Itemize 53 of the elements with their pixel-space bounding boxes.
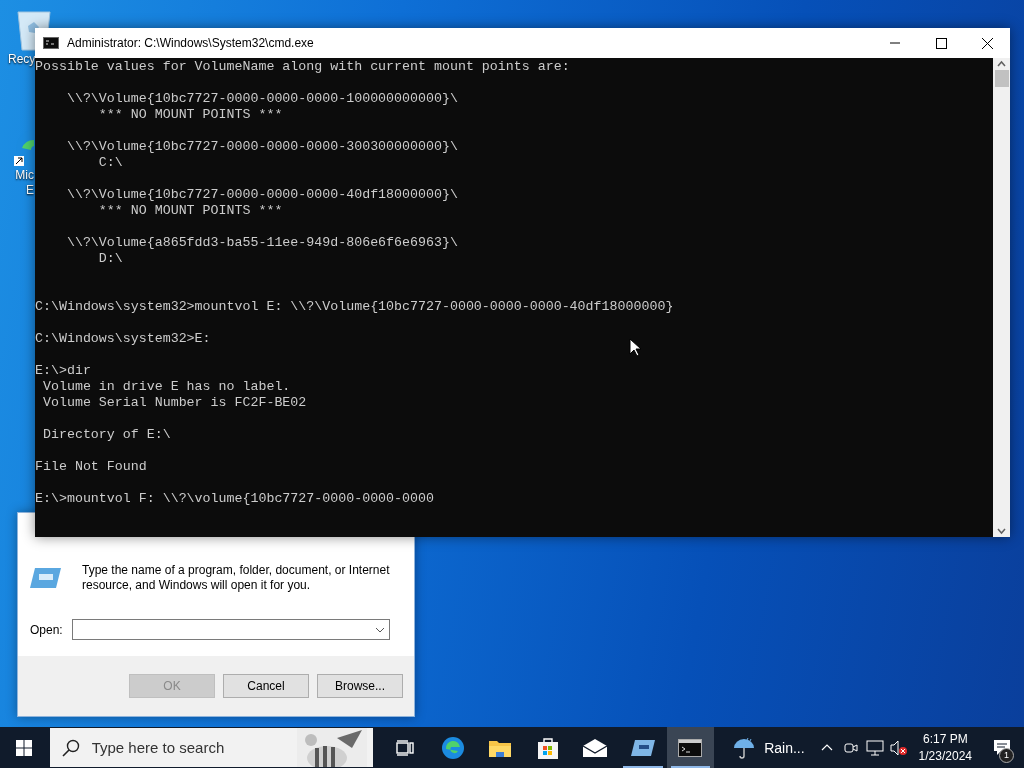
search-icon bbox=[61, 738, 80, 757]
chevron-down-icon bbox=[375, 626, 385, 633]
store-icon bbox=[536, 735, 559, 760]
open-field[interactable] bbox=[72, 619, 390, 640]
terminal-icon bbox=[678, 738, 703, 757]
windows-icon bbox=[15, 739, 32, 756]
window-title: Administrator: C:\Windows\System32\cmd.exe bbox=[67, 36, 315, 50]
console-line: File Not Found bbox=[35, 459, 148, 475]
envelope-icon bbox=[582, 737, 609, 758]
console-line: \\?\Volume{10bc7727-0000-0000-0000-40df18000000}\ bbox=[65, 187, 459, 203]
speaker-muted-icon bbox=[889, 739, 908, 756]
console-line: \\?\Volume{a865fdd3-ba55-11ee-949d-806e6f6e6963}\ bbox=[65, 235, 459, 251]
taskbar-app-button[interactable] bbox=[666, 727, 715, 768]
chevron-up-icon bbox=[820, 744, 833, 751]
mouse-cursor-icon bbox=[629, 338, 641, 357]
run-icon bbox=[28, 566, 62, 590]
task-view-icon bbox=[396, 739, 415, 756]
icon-label: Recy bbox=[8, 52, 34, 67]
console-line: Volume in drive E has no label. bbox=[41, 379, 292, 395]
icon-label: E bbox=[25, 183, 34, 198]
umbrella-icon bbox=[732, 735, 757, 760]
console-line: C:\Windows\system32>E: bbox=[35, 331, 212, 347]
console-line: C:\ bbox=[97, 155, 124, 171]
browser-icon bbox=[440, 735, 465, 760]
scrollbar[interactable] bbox=[993, 58, 1010, 537]
search-field[interactable]: Type here to search bbox=[49, 728, 374, 767]
clock[interactable]: 6:17 PM 1/23/2024 bbox=[910, 730, 980, 765]
console-line: \\?\Volume{10bc7727-0000-0000-0000-300300000000}\ bbox=[65, 139, 459, 155]
console-line: Volume Serial Number is FC2F-BE02 bbox=[41, 395, 308, 411]
scroll-thumb[interactable] bbox=[994, 70, 1009, 87]
close-icon bbox=[981, 37, 993, 49]
open-label: Open: bbox=[30, 622, 64, 637]
minimize-icon bbox=[890, 42, 900, 44]
console-line: E:\>dir bbox=[35, 363, 92, 379]
console-line: C:\Windows\system32>mountvol E: \\?\Volume{10bc7727-0000-0000-0000-40df18000000} bbox=[35, 299, 675, 315]
notification-count: 1 bbox=[999, 748, 1014, 763]
weather-button[interactable]: Rain... bbox=[722, 727, 815, 768]
console-line: *** NO MOUNT POINTS *** bbox=[97, 203, 284, 219]
network-icon bbox=[865, 739, 884, 756]
console-line: \\?\Volume{10bc7727-0000-0000-0000-100000000000}\ bbox=[65, 91, 459, 107]
console-line: Directory of E:\ bbox=[41, 427, 172, 443]
console-line: D:\ bbox=[97, 251, 124, 267]
icon-label: Mic bbox=[14, 168, 34, 183]
console-line: *** NO MOUNT POINTS *** bbox=[97, 107, 284, 123]
dialog-button[interactable]: Cancel bbox=[223, 674, 309, 698]
console-line: Possible values for VolumeName along with current mount points are: bbox=[35, 59, 571, 75]
terminal-icon bbox=[43, 37, 59, 49]
maximize-icon bbox=[935, 37, 947, 49]
notifications-button[interactable]: 1 bbox=[980, 727, 1024, 768]
dialog-button[interactable]: Browse... bbox=[317, 674, 403, 698]
run-icon bbox=[629, 738, 656, 757]
console-line: E:\>mountvol F: \\?\volume{10bc7727-0000-0000-0000 bbox=[35, 491, 435, 507]
run-description: Type the name of a program, folder, document, or Internet resource, and Windows will open it for you. bbox=[82, 563, 391, 593]
